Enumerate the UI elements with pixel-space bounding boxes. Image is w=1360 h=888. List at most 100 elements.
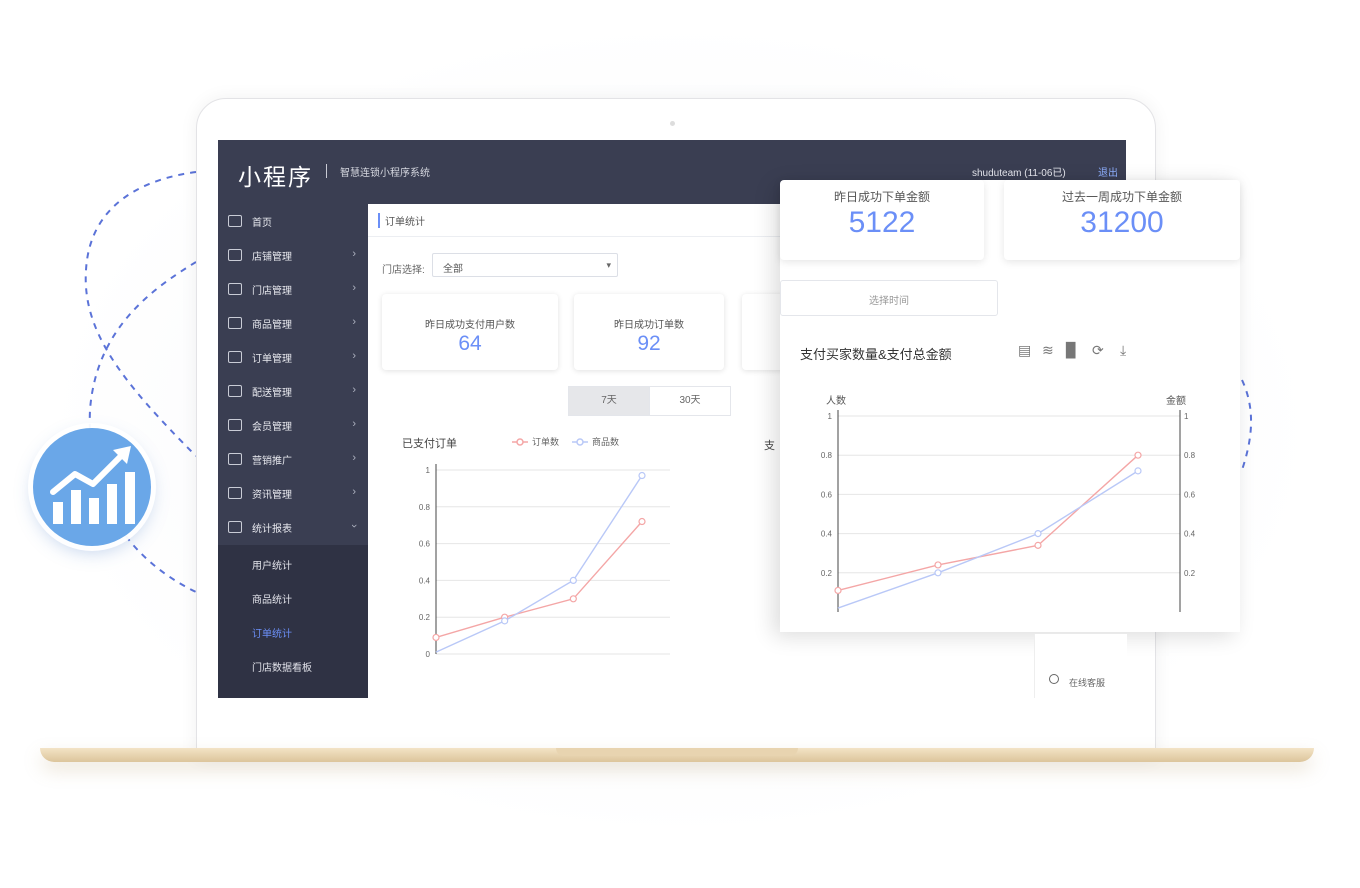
data-point: [834, 586, 842, 595]
buyers-chart-title: 支付买家数量&支付总金额: [800, 347, 952, 362]
user-info: shuduteam (11-06已): [972, 168, 1066, 179]
y-tick-label: 0.6: [419, 540, 431, 549]
sidebar-item-members[interactable]: 会员管理 ›: [218, 408, 368, 442]
y-tick-label: 0.4: [821, 530, 833, 539]
sidebar-item-label: 营销推广: [252, 455, 292, 467]
left-axis-name: 人数: [826, 396, 846, 407]
sidebar-item-news[interactable]: 资讯管理 ›: [218, 476, 368, 510]
sidebar-item-store[interactable]: 店铺管理 ›: [218, 238, 368, 272]
stat-card-value: 92: [637, 332, 661, 355]
store-select-value: 全部: [443, 264, 463, 275]
right-tick-label: 0.2: [1184, 569, 1196, 578]
tab-30-days[interactable]: 30天: [649, 387, 730, 415]
submenu-item-store-dashboard[interactable]: 门店数据看板: [252, 659, 312, 674]
sidebar-item-label: 统计报表: [252, 523, 292, 535]
online-support[interactable]: 在线客服: [1034, 634, 1127, 698]
right-tick-label: 0.4: [1184, 530, 1196, 539]
data-point: [638, 517, 646, 526]
chevron-right-icon: ›: [352, 486, 356, 498]
restore-icon[interactable]: ⟳: [1092, 342, 1104, 359]
home-icon: [228, 215, 242, 227]
download-icon[interactable]: ⤓: [1120, 342, 1126, 359]
camera-dot: [670, 121, 675, 126]
orders-chart-title: 已支付订单: [402, 438, 457, 450]
submenu-item-order-stats[interactable]: 订单统计: [252, 625, 292, 640]
data-point: [569, 595, 577, 603]
stat-card-label: 昨日成功订单数: [614, 320, 684, 331]
legend-item-goods[interactable]: 商品数: [572, 435, 619, 448]
y-tick-label: 0.8: [821, 451, 833, 460]
goods-icon: [228, 317, 242, 329]
data-point: [638, 471, 646, 480]
data-view-icon[interactable]: ▤: [1018, 342, 1031, 359]
sidebar-item-delivery[interactable]: 配送管理 ›: [218, 374, 368, 408]
y-tick-label: 0.8: [419, 503, 431, 512]
store-select[interactable]: 全部 ▾: [432, 253, 618, 277]
legend-marker-icon: [512, 437, 528, 446]
data-point: [1134, 451, 1142, 459]
overlay-card-yesterday-amount: 昨日成功下单金额 5122: [780, 180, 984, 260]
y-tick-label: 0.2: [419, 613, 431, 622]
marketing-icon: [228, 453, 242, 465]
data-point: [1034, 529, 1042, 538]
data-point: [934, 569, 942, 577]
sidebar-item-label: 首页: [252, 217, 272, 229]
overlay-card-value: 31200: [1080, 206, 1164, 239]
submenu-item-goods-stats[interactable]: 商品统计: [252, 591, 292, 606]
chevron-right-icon: ›: [352, 418, 356, 430]
stats-badge: [33, 428, 151, 546]
store-filter-label: 门店选择:: [382, 265, 425, 276]
sidebar-item-marketing[interactable]: 营销推广 ›: [218, 442, 368, 476]
date-picker-placeholder: 选择时间: [869, 296, 909, 307]
shop-icon: [228, 283, 242, 295]
overlay-card-label: 昨日成功下单金额: [833, 190, 930, 204]
sidebar-item-goods[interactable]: 商品管理 ›: [218, 306, 368, 340]
sidebar-item-shop[interactable]: 门店管理 ›: [218, 272, 368, 306]
buyers-line-chart: 1 1 0.8 0.8 0.6 0.6 0.4 0.4 0.2 0.2: [821, 410, 1196, 612]
date-picker[interactable]: 选择时间: [780, 280, 998, 316]
y-tick-label: 0: [426, 650, 431, 659]
stat-card-orders: 昨日成功订单数 92: [574, 294, 724, 370]
bar-chart-icon[interactable]: ▉: [1066, 342, 1077, 359]
overlay-card-week-amount: 过去一周成功下单金额 31200: [1004, 180, 1240, 260]
chevron-right-icon: ›: [352, 350, 356, 362]
sidebar-item-label: 资讯管理: [252, 489, 292, 501]
y-tick-label: 0.6: [821, 490, 833, 499]
y-tick-label: 1: [828, 412, 833, 421]
breadcrumb: 订单统计: [378, 213, 425, 228]
laptop-notch: [556, 748, 798, 756]
legend-label: 商品数: [592, 437, 620, 447]
chevron-right-icon: ›: [352, 282, 356, 294]
sidebar-item-orders[interactable]: 订单管理 ›: [218, 340, 368, 374]
headset-icon: [1049, 674, 1059, 684]
delivery-icon: [228, 385, 242, 397]
series-line: [837, 454, 1139, 592]
stat-card-paying-users: 昨日成功支付用户数 64: [382, 294, 558, 370]
sidebar-item-stats[interactable]: 统计报表 ›: [218, 510, 368, 544]
sidebar-item-home[interactable]: 首页: [218, 204, 368, 238]
sidebar-item-label: 商品管理: [252, 319, 292, 331]
sidebar-item-label: 门店管理: [252, 285, 292, 297]
app-subtitle: 智慧连锁小程序系统: [340, 168, 430, 179]
logout-link[interactable]: 退出: [1098, 164, 1118, 179]
data-point: [432, 633, 440, 642]
range-tabs: 7天 30天: [568, 386, 731, 416]
data-point: [934, 561, 942, 569]
legend-label: 订单数: [532, 437, 560, 447]
order-icon: [228, 351, 242, 363]
submenu-item-user-stats[interactable]: 用户统计: [252, 557, 292, 572]
y-tick-label: 0.2: [821, 569, 833, 578]
overlay-card-value: 5122: [848, 206, 916, 239]
chevron-right-icon: ›: [352, 452, 356, 464]
stat-card-value: 64: [458, 332, 482, 355]
app-logo[interactable]: 小程序: [238, 158, 313, 192]
sidebar-item-label: 订单管理: [252, 353, 292, 365]
overlay-panel: 昨日成功下单金额 5122 过去一周成功下单金额 31200 选择时间 支付买家…: [780, 180, 1240, 632]
sidebar-item-label: 配送管理: [252, 387, 292, 399]
line-chart-icon[interactable]: ≋: [1042, 342, 1054, 359]
y-tick-label: 1: [426, 466, 431, 475]
data-point: [1134, 467, 1142, 475]
legend-item-orders[interactable]: 订单数: [512, 435, 559, 448]
data-point: [569, 576, 577, 585]
tab-7-days[interactable]: 7天: [569, 387, 649, 415]
